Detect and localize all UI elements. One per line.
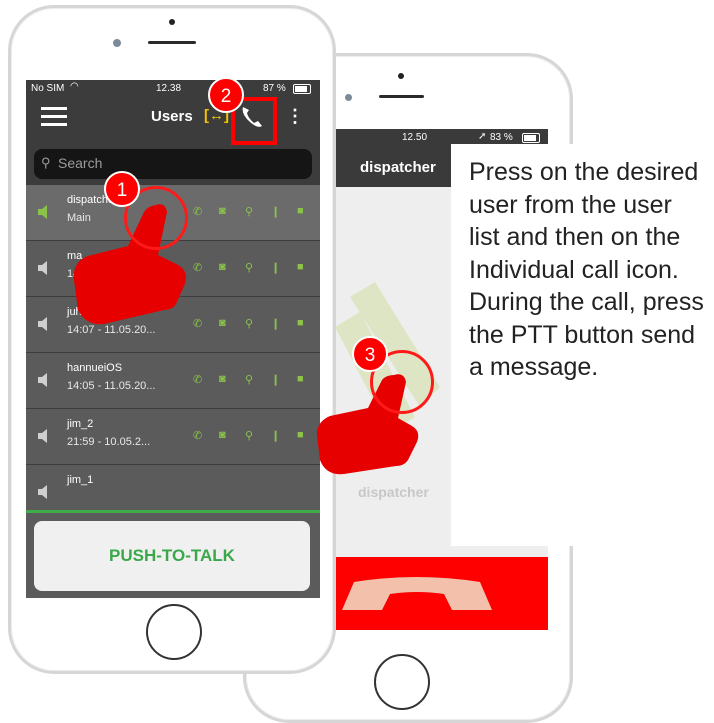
user-row[interactable]: hannueiOS 14:05 - 11.05.20... ✆ ◙ ⚲ ❙ ■: [26, 353, 320, 409]
row-action-icons: ✆ ◙ ⚲ ❙ ■: [193, 261, 311, 275]
overflow-menu-icon[interactable]: ⋮: [286, 106, 304, 127]
back-phone-camera: [345, 94, 352, 101]
back-phone-speaker: [379, 95, 424, 98]
back-phone-sensor: [398, 73, 404, 79]
search-area: ⚲ Search: [26, 145, 320, 185]
row-action-icons: ✆ ◙ ⚲ ❙ ■: [193, 373, 311, 387]
status-time: 12.38: [156, 83, 182, 94]
phone-icon[interactable]: ✆: [193, 317, 207, 331]
back-status-battery: 83 %: [490, 132, 513, 143]
user-subtitle: 21:59 - 10.05.2...: [67, 436, 151, 448]
status-bar: No SIM ◠ 12.38 87 %: [26, 80, 320, 98]
speaker-icon: [36, 203, 54, 221]
phone-icon[interactable]: ✆: [193, 261, 207, 275]
front-phone-screen: No SIM ◠ 12.38 87 % Users [↔] ⋮ ⚲ Search…: [26, 80, 320, 598]
hamburger-menu-icon[interactable]: [41, 107, 67, 127]
row-action-icons: ✆ ◙ ⚲ ❙ ■: [193, 429, 311, 443]
user-row[interactable]: jim_2 21:59 - 10.05.2... ✆ ◙ ⚲ ❙ ■: [26, 409, 320, 465]
speaker-icon: [36, 371, 54, 389]
user-subtitle: 14:05 - 11.05.20...: [67, 380, 156, 392]
row-action-icons: ✆ ◙ ⚲ ❙ ■: [193, 317, 311, 331]
user-name: jim_2: [67, 418, 94, 430]
back-status-time: 12.50: [402, 132, 428, 143]
battery-icon: [522, 133, 540, 143]
camera-icon[interactable]: ◙: [219, 429, 233, 443]
hangup-phone-icon: [342, 577, 492, 610]
back-watermark-label: dispatcher: [358, 484, 429, 500]
front-phone-speaker: [148, 41, 196, 44]
microphone-icon[interactable]: ❙: [271, 317, 285, 331]
location-pin-icon[interactable]: ⚲: [245, 429, 259, 443]
search-icon: ⚲: [41, 155, 51, 170]
search-input[interactable]: ⚲ Search: [34, 149, 312, 179]
speaker-icon: [36, 259, 54, 277]
nav-title: Users: [151, 108, 193, 125]
row-action-icons: ✆ ◙ ⚲ ❙ ■: [193, 205, 311, 219]
end-call-button[interactable]: [330, 557, 548, 630]
video-icon[interactable]: ■: [297, 317, 311, 331]
camera-icon[interactable]: ◙: [219, 205, 233, 219]
camera-icon[interactable]: ◙: [219, 373, 233, 387]
camera-icon[interactable]: ◙: [219, 317, 233, 331]
step2-marker: 2: [208, 77, 244, 113]
speaker-icon: [36, 483, 54, 501]
phone-icon[interactable]: ✆: [193, 373, 207, 387]
front-phone-sensor: [169, 19, 175, 25]
back-header-title: dispatcher: [360, 159, 436, 176]
microphone-icon[interactable]: ❙: [271, 373, 285, 387]
location-pin-icon[interactable]: ⚲: [245, 373, 259, 387]
user-name: hannueiOS: [67, 362, 123, 374]
video-icon[interactable]: ■: [297, 429, 311, 443]
step3-marker: 3: [352, 336, 388, 372]
video-icon[interactable]: ■: [297, 373, 311, 387]
wifi-icon: ◠: [70, 81, 79, 92]
microphone-icon[interactable]: ❙: [271, 261, 285, 275]
location-pin-icon[interactable]: ⚲: [245, 205, 259, 219]
phone-icon[interactable]: ✆: [193, 205, 207, 219]
instruction-text: Press on the desired user from the user …: [469, 158, 704, 381]
front-phone-home-button[interactable]: [146, 604, 202, 660]
battery-icon: [293, 84, 311, 94]
speaker-icon: [36, 315, 54, 333]
video-icon[interactable]: ■: [297, 205, 311, 219]
phone-icon[interactable]: ✆: [193, 429, 207, 443]
instruction-callout: Press on the desired user from the user …: [451, 144, 714, 546]
front-phone-camera: [113, 39, 121, 47]
camera-icon[interactable]: ◙: [219, 261, 233, 275]
location-pin-icon[interactable]: ⚲: [245, 317, 259, 331]
status-carrier: No SIM: [31, 83, 65, 94]
push-to-talk-button[interactable]: PUSH-TO-TALK: [34, 521, 310, 591]
video-icon[interactable]: ■: [297, 261, 311, 275]
status-battery: 87 %: [263, 83, 286, 94]
microphone-icon[interactable]: ❙: [271, 429, 285, 443]
user-name: jim_1: [67, 474, 94, 486]
search-placeholder: Search: [58, 155, 103, 171]
location-arrow-icon: ➚: [478, 131, 487, 142]
ptt-area: PUSH-TO-TALK: [26, 510, 320, 598]
back-phone-home-button[interactable]: [374, 654, 430, 710]
location-pin-icon[interactable]: ⚲: [245, 261, 259, 275]
step1-marker: 1: [104, 171, 140, 207]
speaker-icon: [36, 427, 54, 445]
microphone-icon[interactable]: ❙: [271, 205, 285, 219]
